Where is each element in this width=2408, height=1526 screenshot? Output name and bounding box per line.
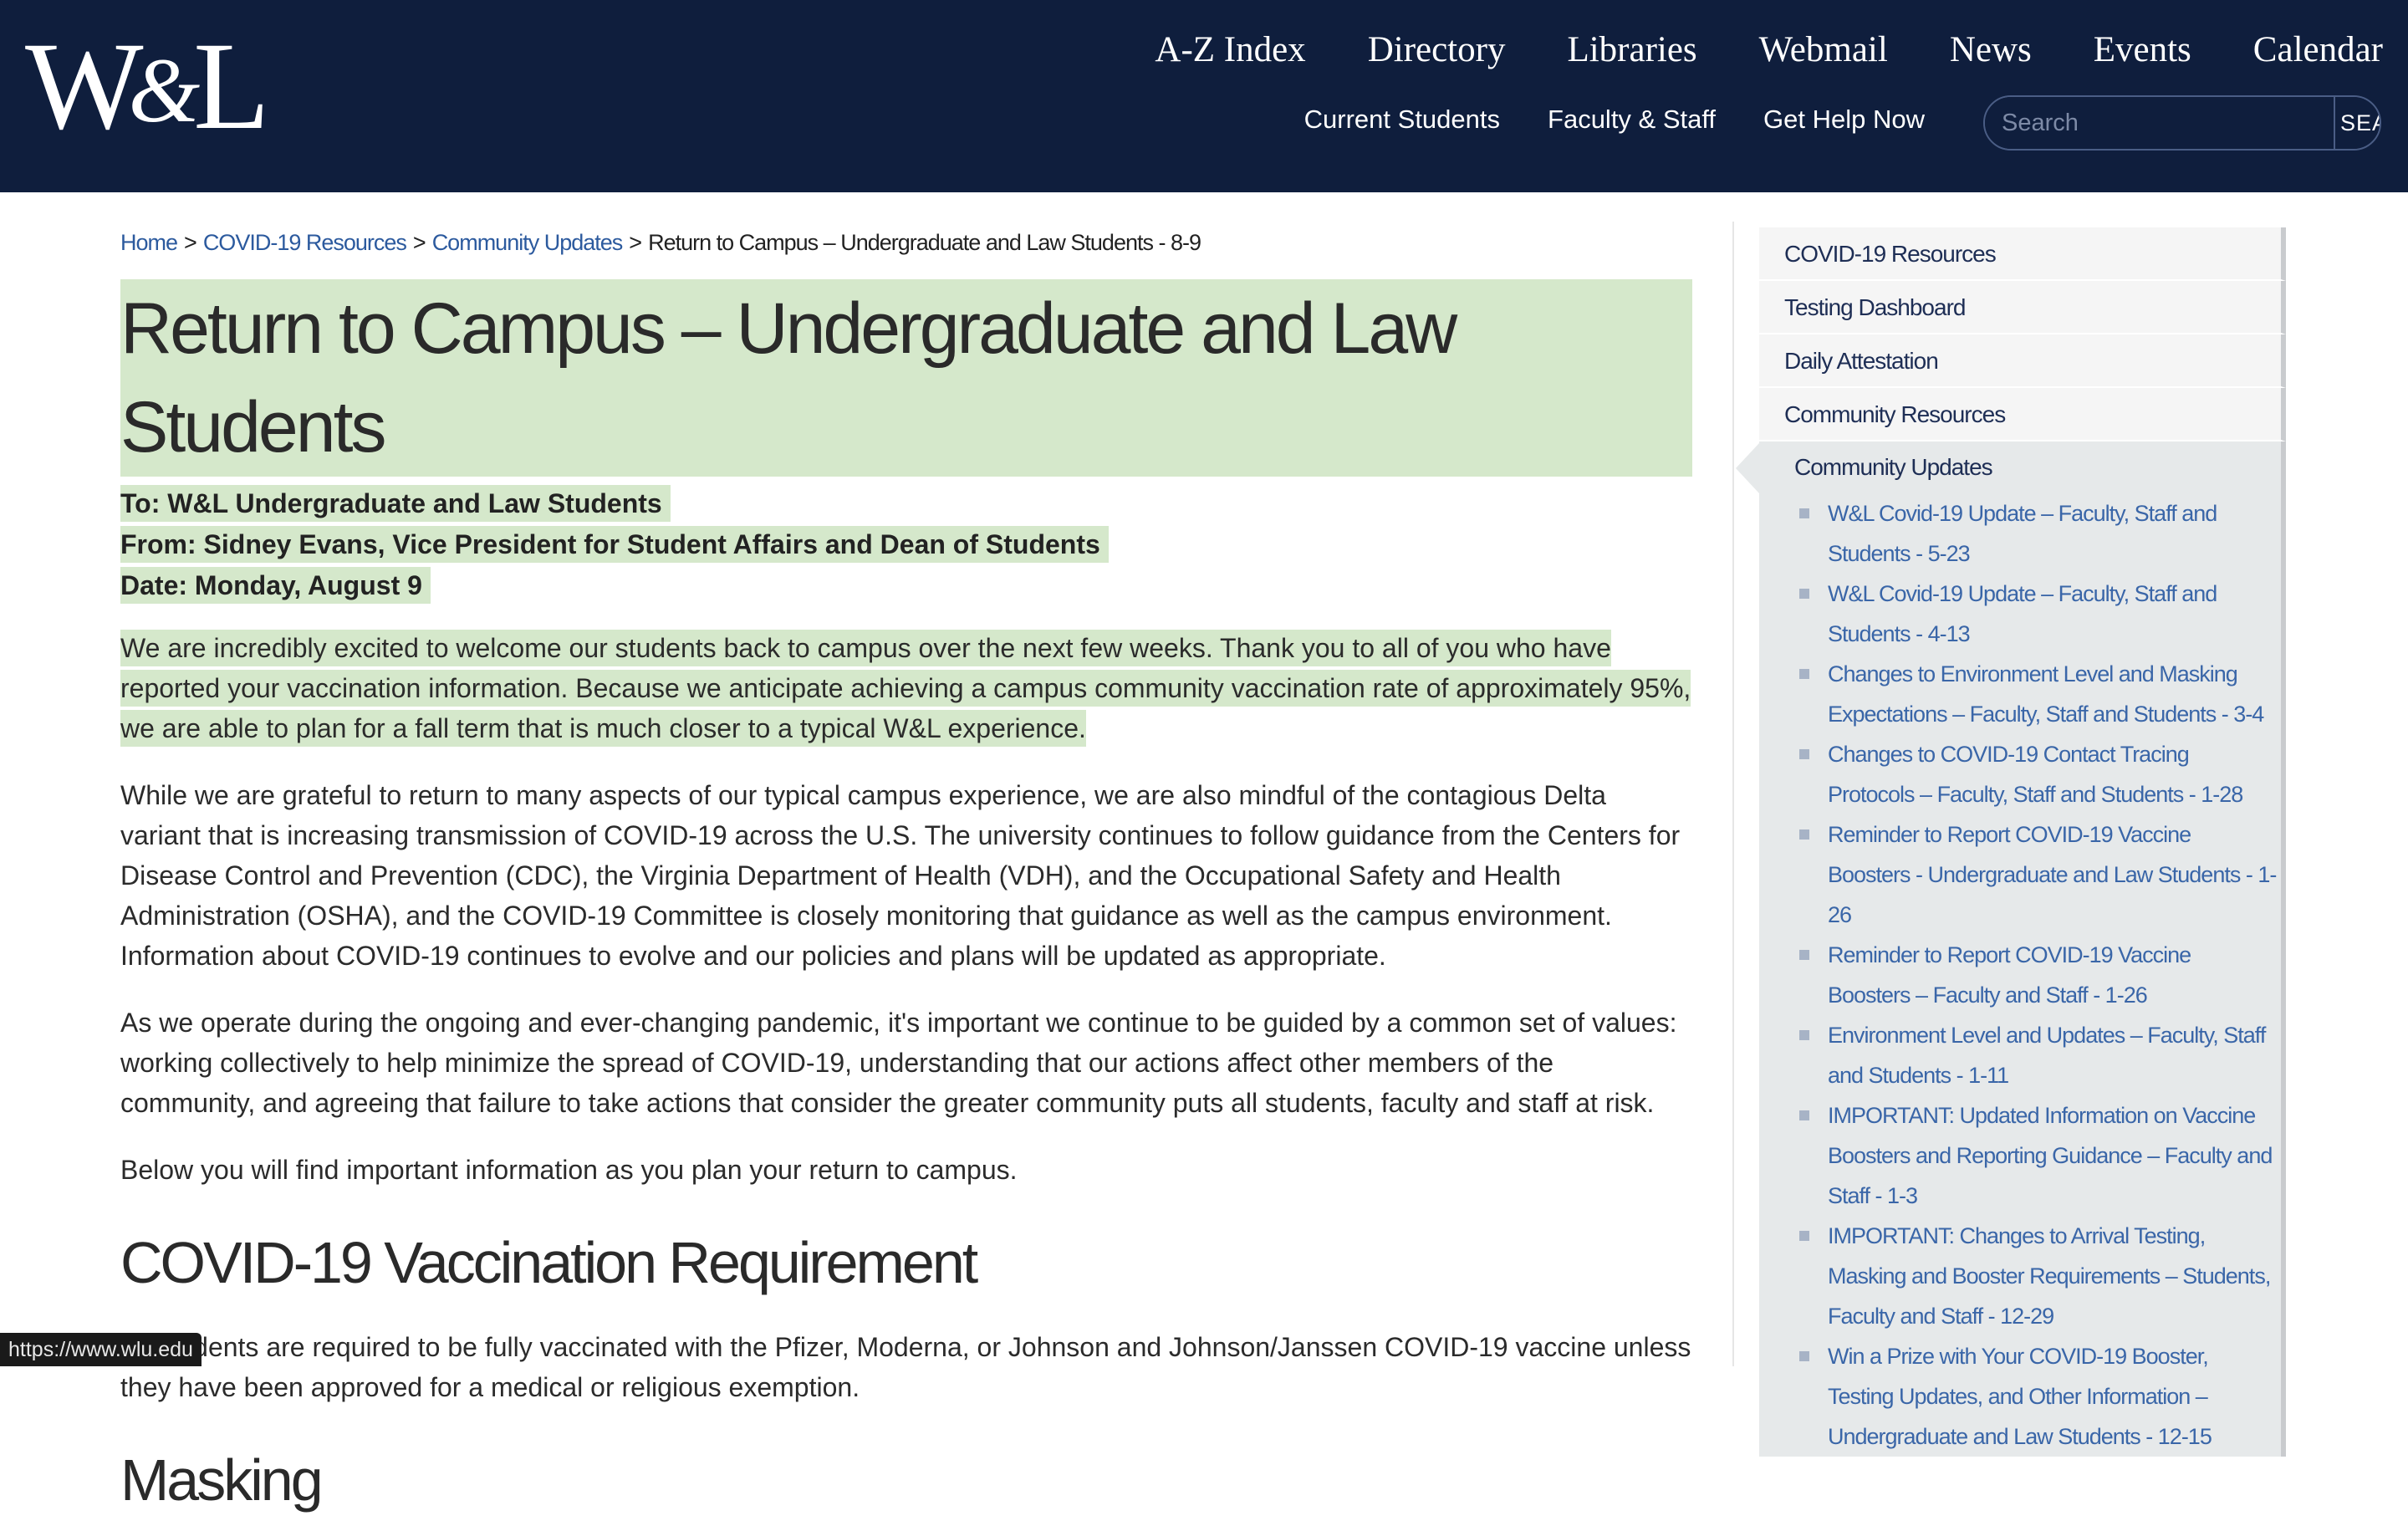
search-button[interactable]: SEARCH [2334,97,2380,149]
top-nav-libraries[interactable]: Libraries [1567,25,1696,75]
link-status-bar: https://www.wlu.edu [0,1333,202,1366]
plan-paragraph: Below you will find important informatio… [120,1155,1018,1185]
update-link[interactable]: IMPORTANT: Changes to Arrival Testing, M… [1828,1223,2271,1329]
delta-paragraph: While we are grateful to return to many … [120,780,1681,971]
list-item: Changes to COVID-19 Contact Tracing Prot… [1799,734,2281,814]
sidebar-item-testing-dashboard[interactable]: Testing Dashboard [1759,281,2286,334]
memo-from: From: Sidney Evans, Vice President for S… [120,526,1109,563]
list-item: Reminder to Report COVID-19 Vaccine Boos… [1799,935,2281,1015]
memo-date: Date: Monday, August 9 [120,567,431,604]
update-link[interactable]: Changes to Environment Level and Masking… [1828,661,2264,727]
update-link[interactable]: Environment Level and Updates – Faculty,… [1828,1023,2266,1088]
sidebar-nav: COVID-19 Resources Testing Dashboard Dai… [1736,227,2286,1457]
sidebar-divider [1732,222,1734,1366]
logo-ampersand: & [128,39,201,141]
list-item: Win a Prize with Your COVID-19 Booster, … [1799,1336,2281,1457]
community-updates-list: W&L Covid-19 Update – Faculty, Staff and… [1759,493,2281,1457]
page-title: Return to Campus – Undergraduate and Law… [120,279,1692,477]
top-nav-webmail[interactable]: Webmail [1759,25,1888,75]
search-input[interactable] [1985,97,2334,149]
update-link[interactable]: W&L Covid-19 Update – Faculty, Staff and… [1828,501,2217,566]
square-bullet-icon [1799,508,1809,518]
sidebar-item-daily-attestation[interactable]: Daily Attestation [1759,334,2286,388]
breadcrumb-home[interactable]: Home [120,230,178,255]
sub-nav-current-students[interactable]: Current Students [1304,103,1500,136]
breadcrumb: Home > COVID-19 Resources > Community Update… [120,224,1692,261]
intro-paragraph-text: We are incredibly excited to welcome our… [120,630,1691,747]
memo-to: To: W&L Undergraduate and Law Students [120,485,671,522]
square-bullet-icon [1799,749,1809,759]
logo-letter-w: W [25,17,144,156]
sidebar-item-community-resources[interactable]: Community Resources [1759,388,2286,441]
sidebar-item-covid-resources[interactable]: COVID-19 Resources [1759,227,2286,281]
values-paragraph: As we operate during the ongoing and eve… [120,1008,1677,1118]
square-bullet-icon [1799,1231,1809,1241]
breadcrumb-covid-resources[interactable]: COVID-19 Resources [203,230,407,255]
active-indicator-arrow [1736,443,1759,493]
update-link[interactable]: W&L Covid-19 Update – Faculty, Staff and… [1828,581,2217,646]
top-nav: A-Z Index Directory Libraries Webmail Ne… [1093,25,2383,75]
square-bullet-icon [1799,1110,1809,1120]
list-item: W&L Covid-19 Update – Faculty, Staff and… [1799,493,2281,574]
list-item: Environment Level and Updates – Faculty,… [1799,1015,2281,1095]
masking-heading: Masking [120,1447,324,1513]
sidebar-active-label[interactable]: Community Updates [1759,441,2281,493]
list-item: IMPORTANT: Changes to Arrival Testing, M… [1799,1216,2281,1336]
list-item: Changes to Environment Level and Masking… [1799,654,2281,734]
sidebar-item-community-updates: Community Updates W&L Covid-19 Update – … [1736,441,2286,1457]
top-nav-directory[interactable]: Directory [1368,25,1506,75]
breadcrumb-separator: > [412,230,426,255]
breadcrumb-separator: > [184,230,197,255]
update-link[interactable]: IMPORTANT: Updated Information on Vaccin… [1828,1103,2273,1208]
breadcrumb-current: Return to Campus – Undergraduate and Law… [648,230,1201,255]
top-nav-az-index[interactable]: A-Z Index [1155,25,1305,75]
list-item: Reminder to Report COVID-19 Vaccine Boos… [1799,814,2281,935]
vaccination-paragraph: All students are required to be fully va… [120,1332,1691,1402]
audience-nav: Current Students Faculty & Staff Get Hel… [1257,103,1925,136]
logo-letter-l: L [193,17,270,156]
wl-logo[interactable]: W&L [25,23,284,149]
top-nav-events[interactable]: Events [2094,25,2191,75]
update-link[interactable]: Win a Prize with Your COVID-19 Booster, … [1828,1344,2212,1449]
intro-paragraph: We are incredibly excited to welcome our… [120,628,1692,748]
square-bullet-icon [1799,950,1809,960]
update-link[interactable]: Changes to COVID-19 Contact Tracing Prot… [1828,742,2243,807]
square-bullet-icon [1799,1030,1809,1040]
top-nav-news[interactable]: News [1950,25,2032,75]
sub-nav-faculty-staff[interactable]: Faculty & Staff [1548,103,1716,136]
list-item: IMPORTANT: Updated Information on Vaccin… [1799,1095,2281,1216]
sub-nav-get-help-now[interactable]: Get Help Now [1763,103,1925,136]
breadcrumb-community-updates[interactable]: Community Updates [432,230,624,255]
breadcrumb-separator: > [629,230,642,255]
memo-header: To: W&L Undergraduate and Law Students F… [120,483,1692,606]
vaccination-heading: COVID-19 Vaccination Requirement [120,1230,978,1295]
main-content: Home > COVID-19 Resources > Community Update… [120,224,1692,1526]
site-header: W&L A-Z Index Directory Libraries Webmai… [0,0,2408,192]
square-bullet-icon [1799,1351,1809,1361]
square-bullet-icon [1799,589,1809,599]
search-form: SEARCH [1983,95,2381,151]
update-link[interactable]: Reminder to Report COVID-19 Vaccine Boos… [1828,822,2277,927]
page-title-text: Return to Campus – Undergraduate and Law… [120,279,1692,477]
square-bullet-icon [1799,829,1809,840]
square-bullet-icon [1799,669,1809,679]
update-link[interactable]: Reminder to Report COVID-19 Vaccine Boos… [1828,942,2191,1008]
list-item: W&L Covid-19 Update – Faculty, Staff and… [1799,574,2281,654]
top-nav-calendar[interactable]: Calendar [2253,25,2383,75]
